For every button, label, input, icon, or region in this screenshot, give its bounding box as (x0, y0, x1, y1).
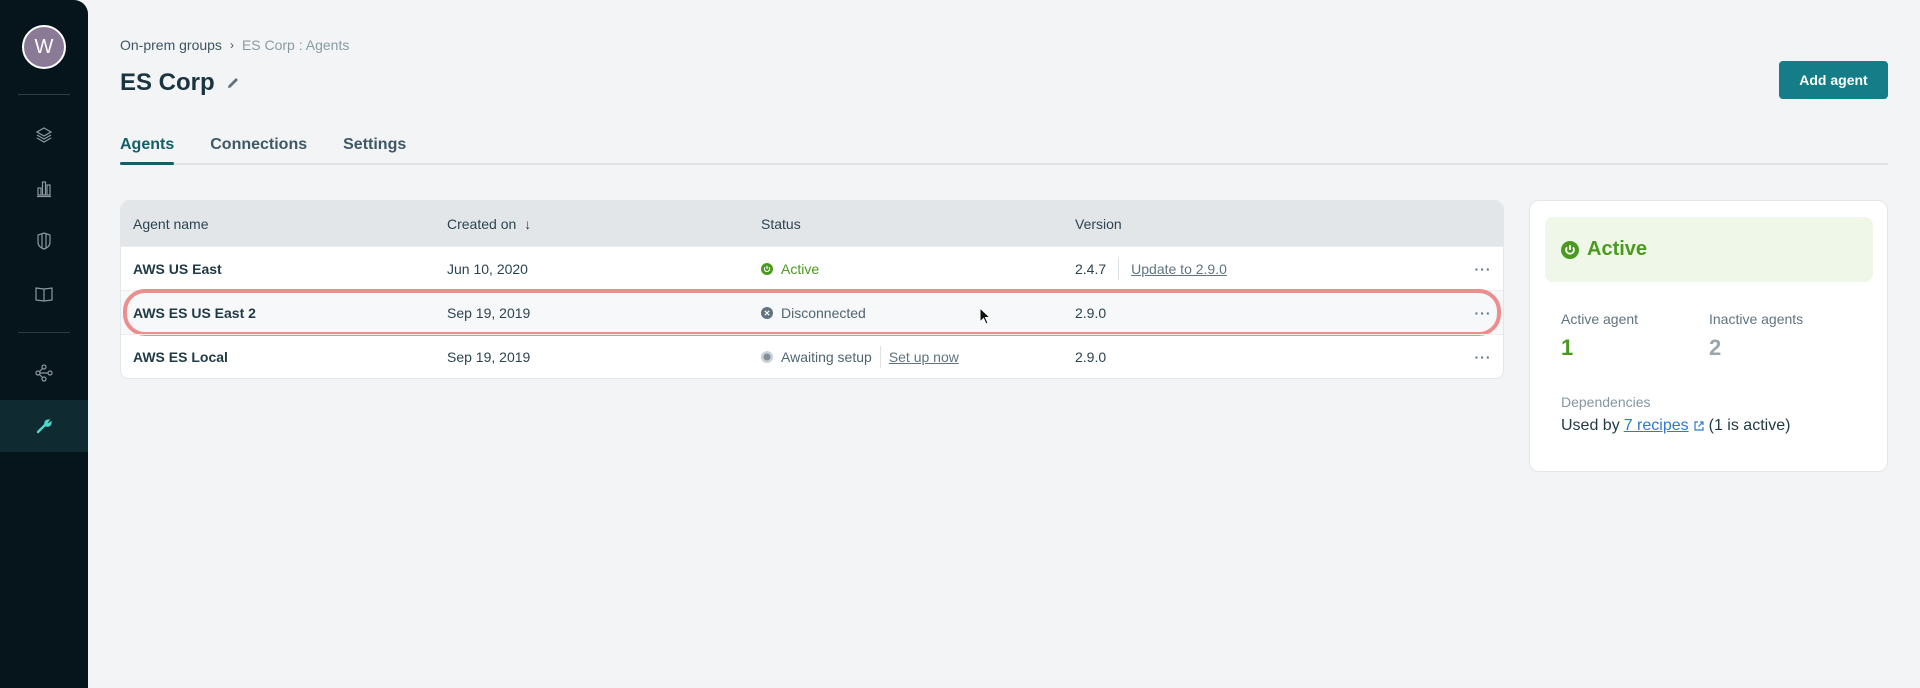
dependencies-text: Used by 7 recipes (1 is active) (1561, 417, 1790, 435)
sidebar-item-tools[interactable] (0, 400, 88, 452)
tab-agents[interactable]: Agents (120, 136, 175, 165)
breadcrumb: On-prem groups › ES Corp : Agents (120, 37, 349, 53)
add-agent-button[interactable]: Add agent (1779, 61, 1888, 99)
used-by-suffix: (1 is active) (1708, 417, 1791, 434)
status-cell: Awaiting setup Set up now (749, 345, 1063, 368)
pending-dot-icon (761, 350, 773, 363)
mouse-cursor-icon (979, 307, 992, 325)
status-cell: Disconnected (749, 305, 1063, 321)
wrench-icon (36, 419, 52, 434)
sidebar-divider (18, 332, 70, 333)
sidebar-item-layers[interactable] (0, 109, 88, 161)
tab-bar: Agents Connections Settings (120, 136, 1888, 165)
breadcrumb-current: ES Corp : Agents (241, 37, 350, 53)
row-menu-button[interactable]: ··· (1463, 349, 1503, 365)
table-row[interactable]: AWS ES Local Sep 19, 2019 Awaiting setup… (121, 334, 1503, 378)
stat-value: 1 (1561, 335, 1574, 360)
shield-icon (37, 232, 51, 250)
update-version-link[interactable]: Update to 2.9.0 (1131, 261, 1227, 277)
title-row: ES Corp (120, 69, 241, 97)
created-on: Sep 19, 2019 (447, 304, 531, 321)
sidebar-item-connections[interactable] (0, 347, 88, 399)
stat-value: 2 (1709, 335, 1722, 360)
power-icon (1561, 240, 1579, 259)
status-label: Awaiting setup (781, 348, 872, 365)
table-row[interactable]: AWS US East Jun 10, 2020 Active 2.4.7 Up… (121, 246, 1503, 290)
stat-label: Inactive agents (1709, 311, 1804, 327)
book-icon (35, 287, 53, 302)
sidebar: W (0, 0, 88, 688)
status-cell: Active (749, 261, 1063, 277)
version-value: 2.9.0 (1075, 304, 1107, 321)
sidebar-item-docs[interactable] (0, 268, 88, 320)
chevron-right-icon: › (229, 38, 234, 52)
agent-name[interactable]: AWS ES US East 2 (121, 305, 435, 321)
summary-card: Active Active agent 1 Inactive agents 2 … (1529, 200, 1888, 472)
tab-settings[interactable]: Settings (343, 136, 406, 163)
active-agents-stat: Active agent 1 (1561, 311, 1638, 361)
page-title: ES Corp (120, 69, 215, 96)
row-menu-button[interactable]: ··· (1463, 305, 1503, 321)
dependencies-label: Dependencies (1561, 394, 1651, 410)
agent-name[interactable]: AWS ES Local (121, 349, 435, 365)
column-header-created-on[interactable]: Created on ↓ (435, 216, 749, 232)
divider (1118, 257, 1120, 280)
status-label: Disconnected (781, 304, 866, 321)
version-cell: 2.9.0 (1063, 305, 1463, 321)
external-link-icon[interactable] (1693, 420, 1705, 432)
disconnected-icon (761, 306, 773, 319)
avatar[interactable]: W (22, 25, 66, 69)
bar-chart-icon (37, 181, 51, 198)
agent-name[interactable]: AWS US East (121, 261, 435, 277)
group-status-label: Active (1587, 238, 1648, 260)
column-header-status[interactable]: Status (749, 216, 1063, 232)
used-by-prefix: Used by (1561, 417, 1620, 434)
layers-icon (35, 127, 53, 143)
created-on: Sep 19, 2019 (447, 348, 531, 365)
column-header-label: Created on (447, 215, 517, 232)
version-value: 2.9.0 (1075, 348, 1107, 365)
table-header: Agent name Created on ↓ Status Version (121, 201, 1503, 246)
share-nodes-icon (35, 364, 53, 382)
status-label: Active (781, 260, 820, 277)
column-header-version[interactable]: Version (1063, 216, 1463, 232)
version-cell: 2.9.0 (1063, 349, 1463, 365)
sidebar-item-security[interactable] (0, 215, 88, 267)
inactive-agents-stat: Inactive agents 2 (1709, 311, 1803, 361)
row-menu-button[interactable]: ··· (1463, 261, 1503, 277)
version-cell: 2.4.7 Update to 2.9.0 (1063, 257, 1463, 280)
divider (879, 345, 881, 368)
sidebar-item-analytics[interactable] (0, 162, 88, 214)
pencil-icon[interactable] (225, 75, 241, 91)
recipes-link[interactable]: 7 recipes (1624, 417, 1689, 435)
stat-label: Active agent (1561, 311, 1639, 327)
column-header-agent-name[interactable]: Agent name (121, 216, 435, 232)
avatar-initial: W (34, 35, 54, 58)
sidebar-divider (18, 94, 70, 95)
power-icon (761, 262, 773, 275)
agents-table: Agent name Created on ↓ Status Version A… (120, 200, 1504, 379)
group-status-banner: Active (1545, 217, 1873, 282)
tab-connections[interactable]: Connections (210, 136, 307, 163)
version-value: 2.4.7 (1075, 260, 1107, 277)
breadcrumb-parent-link[interactable]: On-prem groups (120, 37, 222, 53)
sort-arrow-down-icon: ↓ (524, 215, 532, 232)
created-on: Jun 10, 2020 (447, 260, 528, 277)
table-row[interactable]: AWS ES US East 2 Sep 19, 2019 Disconnect… (121, 289, 1503, 336)
set-up-now-link[interactable]: Set up now (889, 349, 959, 365)
